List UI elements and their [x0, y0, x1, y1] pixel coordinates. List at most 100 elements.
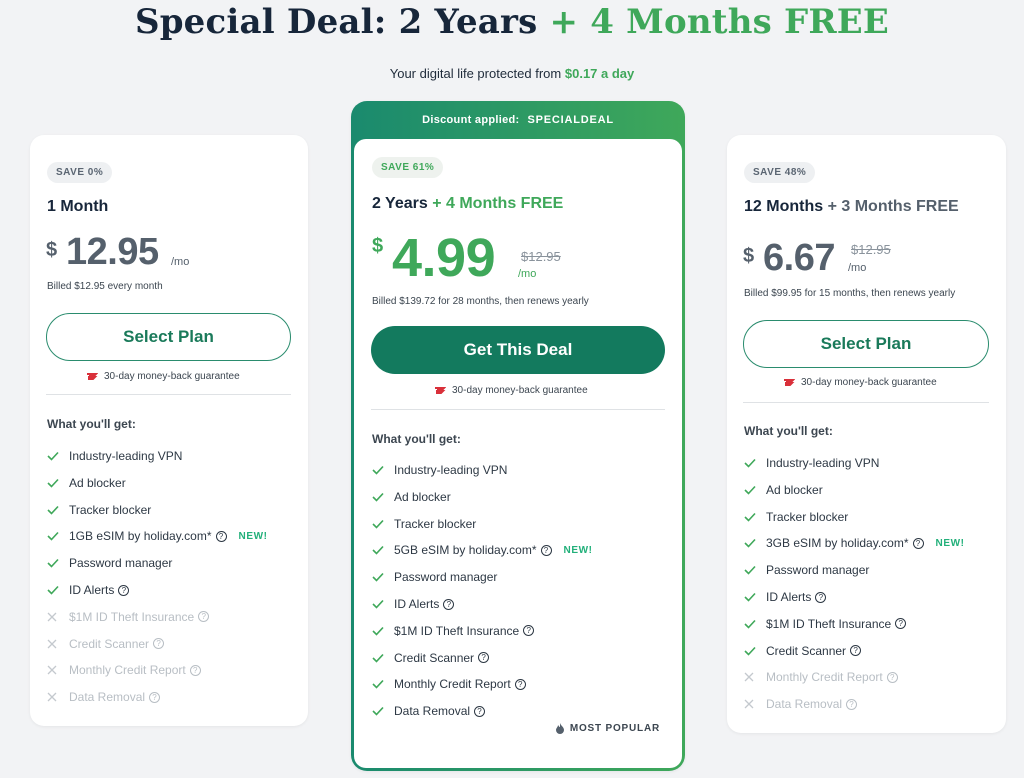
feature-item: Data Removal?: [744, 697, 858, 712]
save-badge: SAVE 61%: [372, 157, 444, 178]
features-heading: What you'll get:: [744, 424, 833, 438]
help-icon[interactable]: ?: [895, 618, 907, 630]
plan-card-body: SAVE 61% 2 Years + 4 Months FREE $ 4.99 …: [354, 139, 682, 768]
feature-label: Password manager: [69, 556, 173, 571]
help-icon[interactable]: ?: [215, 530, 227, 542]
guarantee-icon: [784, 379, 795, 386]
plan-name-main: 12 Months: [744, 198, 824, 215]
feature-item: 1GB eSIM by holiday.com*? NEW!: [47, 529, 268, 543]
new-badge: NEW!: [563, 544, 593, 556]
feature-label: $1M ID Theft Insurance: [394, 623, 520, 638]
help-icon[interactable]: ?: [153, 638, 165, 650]
subtitle-text: Your digital life protected from: [389, 66, 562, 81]
check-icon: [372, 599, 394, 609]
check-icon: [744, 619, 766, 629]
feature-item: 5GB eSIM by holiday.com*? NEW!: [372, 543, 593, 557]
feature-label: Ad blocker: [766, 482, 823, 497]
guarantee-text: 30-day money-back guarantee: [452, 385, 588, 396]
original-price: $12.95: [851, 242, 891, 257]
plan-name: 2 Years + 4 Months FREE: [372, 195, 563, 213]
feature-label: Data Removal: [69, 690, 146, 705]
check-icon: [47, 505, 69, 515]
help-icon[interactable]: ?: [443, 598, 455, 610]
help-icon[interactable]: ?: [118, 584, 130, 596]
feature-label: ID Alerts: [766, 590, 812, 604]
get-deal-button[interactable]: Get This Deal: [371, 326, 665, 374]
plan-price: 6.67: [763, 237, 835, 279]
help-icon[interactable]: ?: [846, 698, 858, 710]
guarantee-text: 30-day money-back guarantee: [104, 371, 240, 382]
help-icon[interactable]: ?: [850, 645, 862, 657]
feature-item: Password manager: [47, 556, 172, 570]
help-icon[interactable]: ?: [886, 671, 898, 683]
help-icon[interactable]: ?: [198, 611, 210, 623]
feature-item: Tracker blocker: [372, 517, 476, 531]
feature-item: Industry-leading VPN: [372, 463, 507, 477]
feature-label: Data Removal: [766, 697, 843, 712]
feature-label: Ad blocker: [394, 489, 451, 504]
feature-label: 1GB eSIM by holiday.com*: [69, 529, 212, 544]
check-icon: [372, 679, 394, 690]
plan-name-free: + 4 Months FREE: [432, 195, 564, 212]
features-heading: What you'll get:: [372, 432, 461, 446]
billing-info: Billed $99.95 for 15 months, then renews…: [744, 288, 956, 299]
feature-item: Monthly Credit Report?: [744, 670, 898, 684]
feature-label: Credit Scanner: [394, 650, 475, 665]
check-icon: [744, 646, 766, 656]
check-icon: [372, 492, 394, 502]
page-title: Special Deal: 2 Years + 4 Months FREE: [0, 2, 1024, 42]
feature-label: Industry-leading VPN: [394, 463, 508, 477]
most-popular-label: MOST POPULAR: [555, 723, 660, 734]
feature-label: Data Removal: [394, 704, 471, 719]
money-back-guarantee: 30-day money-back guarantee: [783, 377, 937, 388]
check-icon: [744, 538, 766, 549]
select-plan-button[interactable]: Select Plan: [743, 320, 989, 368]
feature-item: Data Removal?: [372, 704, 486, 719]
help-icon[interactable]: ?: [149, 691, 161, 703]
feature-item: Tracker blocker: [744, 510, 848, 524]
help-icon[interactable]: ?: [912, 537, 924, 549]
new-badge: NEW!: [935, 537, 965, 549]
save-badge: SAVE 48%: [744, 162, 816, 183]
currency-symbol: $: [46, 239, 58, 261]
x-icon: [47, 665, 69, 675]
check-icon: [744, 512, 766, 522]
feature-label: 3GB eSIM by holiday.com*: [766, 536, 909, 551]
help-icon[interactable]: ?: [189, 664, 201, 676]
feature-item: ID Alerts?: [744, 590, 827, 604]
guarantee-icon: [87, 373, 98, 380]
check-icon: [744, 592, 766, 602]
help-icon[interactable]: ?: [523, 625, 535, 637]
plan-card-2-years: Discount applied: SPECIALDEAL SAVE 61% 2 …: [351, 101, 685, 771]
new-badge: NEW!: [238, 530, 268, 542]
feature-label: 5GB eSIM by holiday.com*: [394, 543, 537, 558]
help-icon[interactable]: ?: [514, 678, 526, 690]
feature-label: ID Alerts: [394, 597, 440, 611]
feature-label: Ad blocker: [69, 475, 126, 490]
billing-info: Billed $139.72 for 28 months, then renew…: [372, 296, 589, 307]
x-icon: [744, 672, 766, 682]
feature-item: Monthly Credit Report?: [47, 663, 201, 677]
per-month: /mo: [171, 256, 190, 268]
feature-item: Ad blocker: [744, 483, 823, 497]
divider: [46, 394, 291, 395]
help-icon[interactable]: ?: [478, 652, 490, 664]
select-plan-button[interactable]: Select Plan: [46, 313, 291, 361]
most-popular-text: MOST POPULAR: [569, 723, 660, 734]
help-icon[interactable]: ?: [474, 705, 486, 717]
x-icon: [47, 612, 69, 622]
plan-price: 12.95: [66, 231, 159, 273]
discount-code: SPECIALDEAL: [527, 114, 614, 126]
help-icon[interactable]: ?: [815, 591, 827, 603]
plan-card-1-month: SAVE 0% 1 Month $ 12.95 /mo Billed $12.9…: [30, 135, 308, 726]
feature-item: Monthly Credit Report?: [372, 677, 526, 691]
feature-item: Industry-leading VPN: [47, 449, 182, 463]
help-icon[interactable]: ?: [540, 544, 552, 556]
money-back-guarantee: 30-day money-back guarantee: [434, 385, 588, 396]
feature-label: $1M ID Theft Insurance: [69, 609, 195, 624]
feature-item: ID Alerts?: [47, 583, 130, 597]
feature-item: Data Removal?: [47, 690, 161, 705]
check-icon: [744, 485, 766, 495]
features-heading: What you'll get:: [47, 417, 136, 431]
check-icon: [47, 558, 69, 568]
